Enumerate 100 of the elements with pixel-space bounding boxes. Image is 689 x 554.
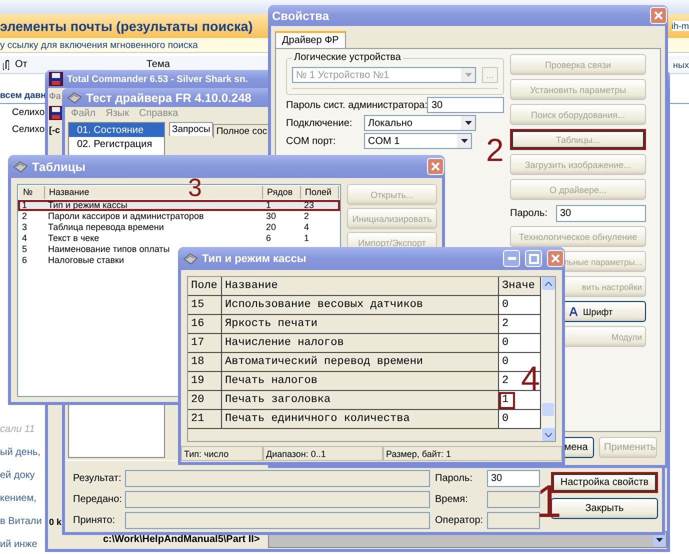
table-cell: Печать налогов	[222, 372, 499, 391]
message-text: ий инже	[0, 539, 38, 550]
scrollbar-thumb[interactable]	[542, 403, 554, 416]
field-label: COM порт:	[286, 136, 336, 146]
window-title: Таблицы	[32, 160, 86, 174]
free-space-text: 0 k	[49, 517, 62, 527]
password-field[interactable]: 30	[556, 204, 646, 222]
table-cell: Таблица перевода времени	[48, 222, 164, 233]
input-field[interactable]: 30	[427, 97, 504, 113]
table-cell: Яркость печати	[222, 315, 499, 334]
field-label: Результат:	[73, 472, 122, 484]
tab[interactable]: Запросы	[169, 122, 214, 136]
dialog-button[interactable]: Настройка свойств	[551, 472, 658, 493]
close-icon	[430, 161, 441, 172]
table-row[interactable]: 2 Пароли кассиров и администраторов 30 2	[18, 211, 340, 222]
table-cell: 5	[22, 244, 28, 255]
column-header[interactable]: Значе	[499, 277, 541, 296]
close-icon	[653, 10, 664, 21]
table-cell: Текст в чеке	[48, 233, 100, 244]
message-text: ый день,	[0, 447, 40, 458]
field-label: Принято:	[73, 514, 116, 526]
window-title: Total Commander 6.53 - Silver Shark sn.	[67, 74, 248, 84]
table-cell: Начисление налогов	[222, 334, 499, 353]
paperclip-icon	[3, 60, 9, 70]
maximize-icon	[528, 254, 538, 264]
drive-label[interactable]: [-c	[49, 125, 60, 135]
field-label: Время:	[435, 494, 469, 504]
group-title: Логические устройства	[292, 52, 403, 63]
tab[interactable]: Полное сос	[213, 124, 270, 138]
menu-item[interactable]: Фа	[49, 91, 61, 101]
close-button[interactable]	[427, 158, 444, 175]
window-title: Тест драйвера FR 4.10.0.248	[86, 90, 252, 104]
annotation-number: 4	[521, 362, 540, 396]
folder-title: элементы почты (результаты поиска)	[0, 18, 253, 34]
caret-icon	[656, 538, 663, 542]
minimize-button[interactable]	[503, 250, 520, 267]
close-button[interactable]	[547, 250, 564, 267]
table-cell: 2	[304, 211, 310, 222]
table-cell: 17	[188, 334, 222, 353]
tab[interactable]: Драйвер ФР	[275, 31, 346, 48]
table-cell: 4	[22, 233, 28, 244]
sender-text: Селихо	[12, 124, 45, 135]
input-field[interactable]	[487, 490, 540, 508]
section-item[interactable]: 01. Состояние	[69, 123, 164, 137]
message-text: в Витали	[0, 516, 42, 527]
table-cell: 3	[22, 222, 28, 233]
column-label: ных	[673, 60, 689, 70]
table-cell: 30	[266, 211, 276, 222]
table-cell: 1	[22, 200, 28, 211]
table-cell: 6	[266, 233, 272, 244]
caret-icon	[460, 139, 468, 143]
message-text: сали 11	[0, 424, 35, 435]
table-cell: 20	[188, 391, 222, 410]
table-cell: 1	[304, 233, 310, 244]
table-cell: Печать заголовка	[222, 391, 499, 410]
table-cell: Печать единичного количества	[222, 410, 499, 429]
scrollbar[interactable]	[541, 277, 555, 441]
window-title: Свойства	[272, 8, 330, 22]
close-icon	[550, 253, 561, 264]
field-fragment: ih-m	[672, 21, 689, 31]
table-row[interactable]: 4 Текст в чеке 6 1	[18, 233, 340, 244]
dropdown[interactable]: COM 1	[364, 133, 472, 149]
column-header[interactable]: Рядов	[263, 186, 301, 199]
table-row[interactable]: 1 Тип и режим кассы 1 23	[18, 200, 340, 211]
column-label[interactable]: От	[15, 59, 28, 70]
input-field[interactable]: 30	[487, 470, 540, 486]
maximize-button[interactable]	[525, 250, 542, 267]
table-cell: 4	[304, 222, 310, 233]
table-cell: Автоматический перевод времени	[222, 353, 499, 372]
column-label[interactable]: Тема	[146, 59, 170, 70]
input-field[interactable]	[487, 512, 540, 528]
table-cell: 15	[188, 296, 222, 315]
table-cell: 18	[188, 353, 222, 372]
table-cell: 1	[266, 200, 272, 211]
font-icon	[569, 306, 579, 316]
table-cell: Налоговые ставки	[48, 255, 124, 266]
field-label: Оператор:	[435, 514, 484, 526]
table-row[interactable]: 3 Таблица перевода времени 20 4	[18, 222, 340, 233]
column-header[interactable]: №	[19, 186, 45, 199]
column-header[interactable]: Поле	[188, 277, 222, 296]
table-cell: Использование весовых датчиков	[222, 296, 499, 315]
field-label: Подключение:	[286, 118, 352, 128]
info-text[interactable]: у ссылку для включения мгновенного поиска	[0, 40, 198, 50]
status-text: Размер, байт: 1	[383, 446, 562, 461]
message-text: кением,	[0, 493, 36, 504]
table-cell: Тип и режим кассы	[48, 200, 128, 211]
dropdown[interactable]: Локально	[364, 115, 476, 131]
annotation-number: 2	[486, 134, 504, 166]
field-label: Пароль сист. администратора:	[286, 100, 428, 110]
close-button[interactable]	[650, 7, 667, 24]
table-cell: Пароли кассиров и администраторов	[48, 211, 204, 222]
column-header[interactable]: Название	[222, 277, 499, 296]
group-label[interactable]: всем давн	[0, 90, 46, 100]
field-label: Пароль:	[510, 208, 548, 218]
column-header[interactable]: Полей	[301, 186, 339, 199]
table-cell: 20	[266, 222, 276, 233]
section-item[interactable]: 02. Регистрация	[69, 137, 164, 151]
status-text: Диапазон: 0..1	[263, 446, 383, 461]
window-title: Тип и режим кассы	[202, 252, 306, 264]
table-cell: 23	[304, 200, 314, 211]
